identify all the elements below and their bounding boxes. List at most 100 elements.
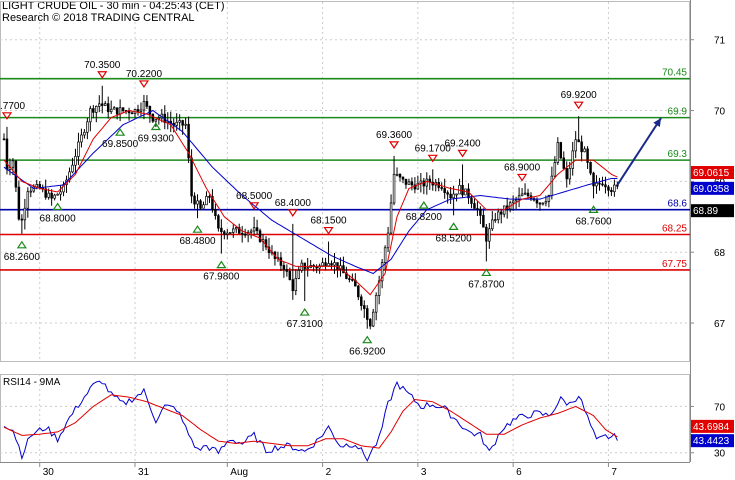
candle-body xyxy=(592,172,595,187)
high-marker-label: 70.3500 xyxy=(84,60,121,71)
candle-body xyxy=(59,191,62,195)
candle-body xyxy=(258,230,262,242)
low-marker xyxy=(16,240,27,249)
candle-body xyxy=(404,178,408,185)
candle-body xyxy=(112,107,116,110)
candle-body xyxy=(202,204,205,209)
candle-body xyxy=(101,103,104,106)
candle-body xyxy=(89,108,92,123)
candle-body xyxy=(47,192,50,198)
candle-body xyxy=(368,319,372,327)
low-marker xyxy=(192,225,203,233)
ytick-label: 70 xyxy=(714,107,726,118)
candle-body xyxy=(223,231,226,235)
candle-body xyxy=(523,192,527,195)
candle-body xyxy=(363,305,366,309)
candle-body xyxy=(130,112,134,115)
high-marker-label: 68.4000 xyxy=(275,198,312,209)
candle-body xyxy=(395,173,399,176)
high-marker-label: 69.3600 xyxy=(376,130,413,141)
candle-body xyxy=(440,187,443,189)
candle-body xyxy=(562,157,566,169)
candle-body xyxy=(526,192,530,197)
candle-body xyxy=(136,109,140,112)
candle-body xyxy=(148,105,152,115)
candle-body xyxy=(145,101,149,107)
candle-body xyxy=(571,150,574,169)
xtick-label: 3 xyxy=(421,467,427,478)
low-marker xyxy=(299,308,310,316)
level-label: 69.3 xyxy=(668,149,688,160)
candle-body xyxy=(613,184,616,193)
candle-body xyxy=(511,200,515,204)
candle-body xyxy=(214,209,217,217)
candle-body xyxy=(407,181,411,185)
low-marker-label: 68.7600 xyxy=(575,216,612,227)
low-marker-label: 68.8200 xyxy=(406,212,443,223)
low-marker-label: 67.3100 xyxy=(287,319,324,330)
candle-body xyxy=(226,232,229,235)
candle-body xyxy=(208,196,211,198)
low-marker-label: 68.8000 xyxy=(40,214,77,225)
candle-body xyxy=(205,196,208,206)
candle-body xyxy=(544,200,548,204)
candle-body xyxy=(398,173,402,178)
candle-body xyxy=(92,108,95,113)
rsi-title: RSI14 - 9MA xyxy=(3,377,61,388)
low-marker-label: 68.5200 xyxy=(436,233,473,244)
candle-body xyxy=(154,118,158,122)
candle-body xyxy=(461,184,464,196)
low-marker xyxy=(362,335,373,344)
candle-body xyxy=(109,108,113,113)
high-marker-label: 69.2400 xyxy=(444,138,481,149)
low-marker-label: 68.2600 xyxy=(4,252,41,263)
candle-body xyxy=(53,194,56,199)
candle-body xyxy=(306,267,309,270)
low-marker-label: 67.9800 xyxy=(203,272,240,283)
level-label: 69.9 xyxy=(668,107,688,118)
candle-body xyxy=(422,180,426,187)
xtick-label: 7 xyxy=(611,467,617,478)
candle-body xyxy=(199,200,202,209)
rsi-ytick-label: 70 xyxy=(714,402,726,413)
candle-body xyxy=(294,278,298,292)
candle-body xyxy=(74,156,77,166)
candle-body xyxy=(568,168,571,180)
candle-body xyxy=(443,188,446,194)
candle-body xyxy=(115,107,119,115)
candle-body xyxy=(86,121,89,133)
candle-body xyxy=(535,199,539,204)
candle-body xyxy=(580,141,583,153)
high-marker xyxy=(97,71,108,79)
candle-body xyxy=(121,107,125,111)
xtick-label: 31 xyxy=(138,467,150,478)
candle-body xyxy=(240,232,244,235)
candle-body xyxy=(282,265,286,270)
candle-body xyxy=(327,263,330,267)
candle-body xyxy=(175,121,178,126)
ytick-label: 67 xyxy=(714,319,726,330)
candle-body xyxy=(499,211,503,215)
candle-body xyxy=(80,134,83,143)
candle-body xyxy=(106,103,110,113)
ytick-label: 68 xyxy=(714,248,726,259)
candle-body xyxy=(184,123,187,126)
candle-body xyxy=(23,207,27,221)
candle-body xyxy=(321,262,324,267)
high-marker xyxy=(323,226,334,235)
candle-body xyxy=(583,148,586,153)
candle-body xyxy=(520,193,524,197)
candle-body xyxy=(142,101,146,111)
candle-body xyxy=(386,232,390,249)
candle-body xyxy=(235,227,238,230)
candle-body xyxy=(610,189,613,193)
candle-body xyxy=(455,193,458,196)
candle-body xyxy=(303,262,306,269)
candle-body xyxy=(473,203,476,209)
candle-body xyxy=(479,208,482,216)
candle-body xyxy=(607,186,610,191)
high-marker-label: 69.7700 xyxy=(0,101,25,112)
candle-body xyxy=(2,138,6,141)
candle-body xyxy=(229,232,232,234)
candle-body xyxy=(20,218,24,221)
